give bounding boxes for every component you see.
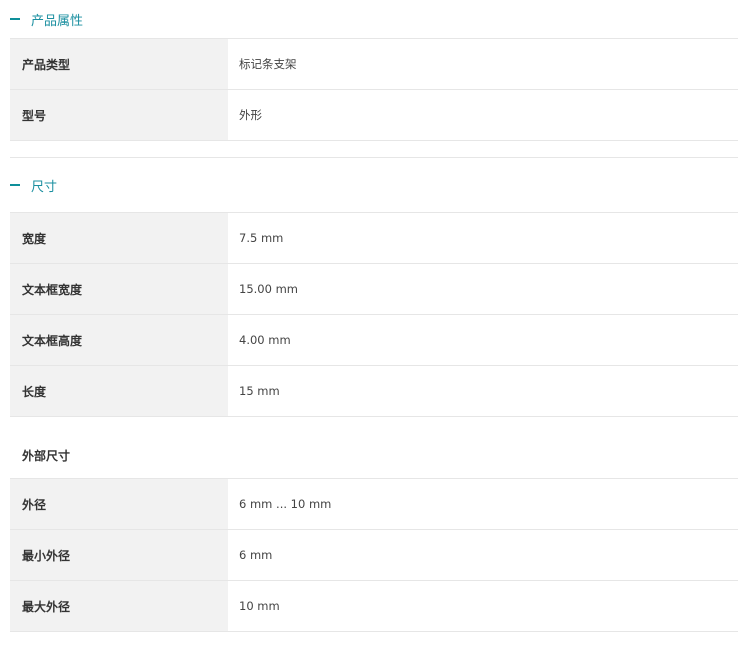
table-row: 最大外径 10 mm (10, 581, 738, 632)
table-row: 宽度 7.5 mm (10, 213, 738, 264)
row-value: 7.5 mm (239, 231, 284, 245)
row-value: 6 mm (239, 548, 273, 562)
row-label: 文本框宽度 (10, 264, 228, 314)
table-row: 型号 外形 (10, 90, 738, 141)
section-header-dimensions[interactable]: 尺寸 (10, 158, 738, 212)
row-value: 标记条支架 (239, 57, 297, 71)
table-row: 长度 15 mm (10, 366, 738, 417)
product-spec-panel: 产品属性 产品类型 标记条支架 型号 外形 尺寸 宽度 7.5 mm 文本框宽度… (10, 0, 738, 632)
subgroup-title-outer-dimensions: 外部尺寸 (10, 417, 738, 479)
table-row: 产品类型 标记条支架 (10, 39, 738, 90)
collapse-minus-icon[interactable] (10, 18, 20, 20)
dimensions-table: 宽度 7.5 mm 文本框宽度 15.00 mm 文本框高度 4.00 mm 长… (10, 212, 738, 417)
row-value: 15 mm (239, 384, 280, 398)
table-row: 外径 6 mm ... 10 mm (10, 479, 738, 530)
row-value: 外形 (239, 108, 262, 122)
row-label: 文本框高度 (10, 315, 228, 365)
row-value: 15.00 mm (239, 282, 298, 296)
row-label: 外径 (10, 479, 228, 529)
table-row: 文本框高度 4.00 mm (10, 315, 738, 366)
row-value: 10 mm (239, 599, 280, 613)
section-title: 尺寸 (31, 179, 58, 195)
section-divider (10, 141, 738, 158)
outer-dimensions-table: 外径 6 mm ... 10 mm 最小外径 6 mm 最大外径 10 mm (10, 479, 738, 632)
row-value: 4.00 mm (239, 333, 291, 347)
section-title: 产品属性 (31, 13, 84, 29)
row-value: 6 mm ... 10 mm (239, 497, 332, 511)
row-label: 最大外径 (10, 581, 228, 631)
row-label: 型号 (10, 90, 228, 140)
row-label: 宽度 (10, 213, 228, 263)
row-label: 最小外径 (10, 530, 228, 580)
row-label: 长度 (10, 366, 228, 416)
collapse-minus-icon[interactable] (10, 184, 20, 186)
product-attributes-table: 产品类型 标记条支架 型号 外形 (10, 38, 738, 141)
table-row: 最小外径 6 mm (10, 530, 738, 581)
row-label: 产品类型 (10, 39, 228, 89)
table-row: 文本框宽度 15.00 mm (10, 264, 738, 315)
section-header-product-attributes[interactable]: 产品属性 (10, 0, 738, 38)
